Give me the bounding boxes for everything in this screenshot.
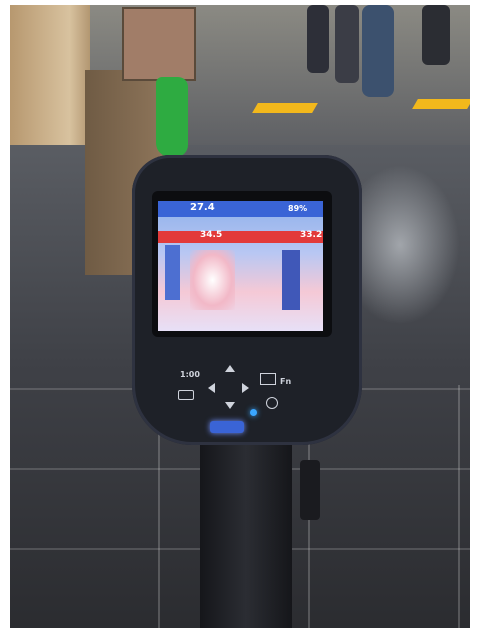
thermal-cold-strip-right	[282, 250, 300, 310]
floor-marker-left	[252, 103, 318, 113]
key-right-icon[interactable]	[242, 383, 249, 393]
status-light-icon	[250, 409, 257, 416]
green-bag	[156, 77, 188, 157]
right-reading: 33.2	[300, 230, 323, 240]
key-up-icon[interactable]	[225, 365, 235, 372]
key-left-icon[interactable]	[208, 383, 215, 393]
thermal-hotspot-left	[190, 250, 235, 310]
tripod-clamp	[300, 460, 320, 520]
person-1	[307, 5, 329, 73]
key-timer[interactable]: 1:00	[180, 370, 200, 379]
kiosk-window	[122, 7, 196, 81]
trigger-light	[210, 421, 244, 433]
floor-marker-right	[412, 99, 470, 109]
person-4	[422, 5, 450, 65]
person-2	[335, 5, 359, 83]
top-reading: 27.4	[190, 202, 215, 213]
person-3	[362, 5, 394, 97]
alarm-reading: 34.5	[200, 230, 223, 240]
key-back[interactable]	[178, 390, 194, 400]
key-function[interactable]: Fn	[280, 377, 291, 386]
screen-alarm-bar	[158, 231, 323, 243]
key-down-icon[interactable]	[225, 402, 235, 409]
camera-grip	[200, 420, 292, 628]
thermal-cold-strip	[165, 245, 180, 300]
info-key-icon[interactable]	[266, 397, 278, 409]
battery-indicator: 89%	[288, 204, 308, 213]
key-image-icon[interactable]	[260, 373, 276, 385]
photo: 27.4 89% 34.5 33.2 1:00 Fn	[10, 5, 470, 628]
